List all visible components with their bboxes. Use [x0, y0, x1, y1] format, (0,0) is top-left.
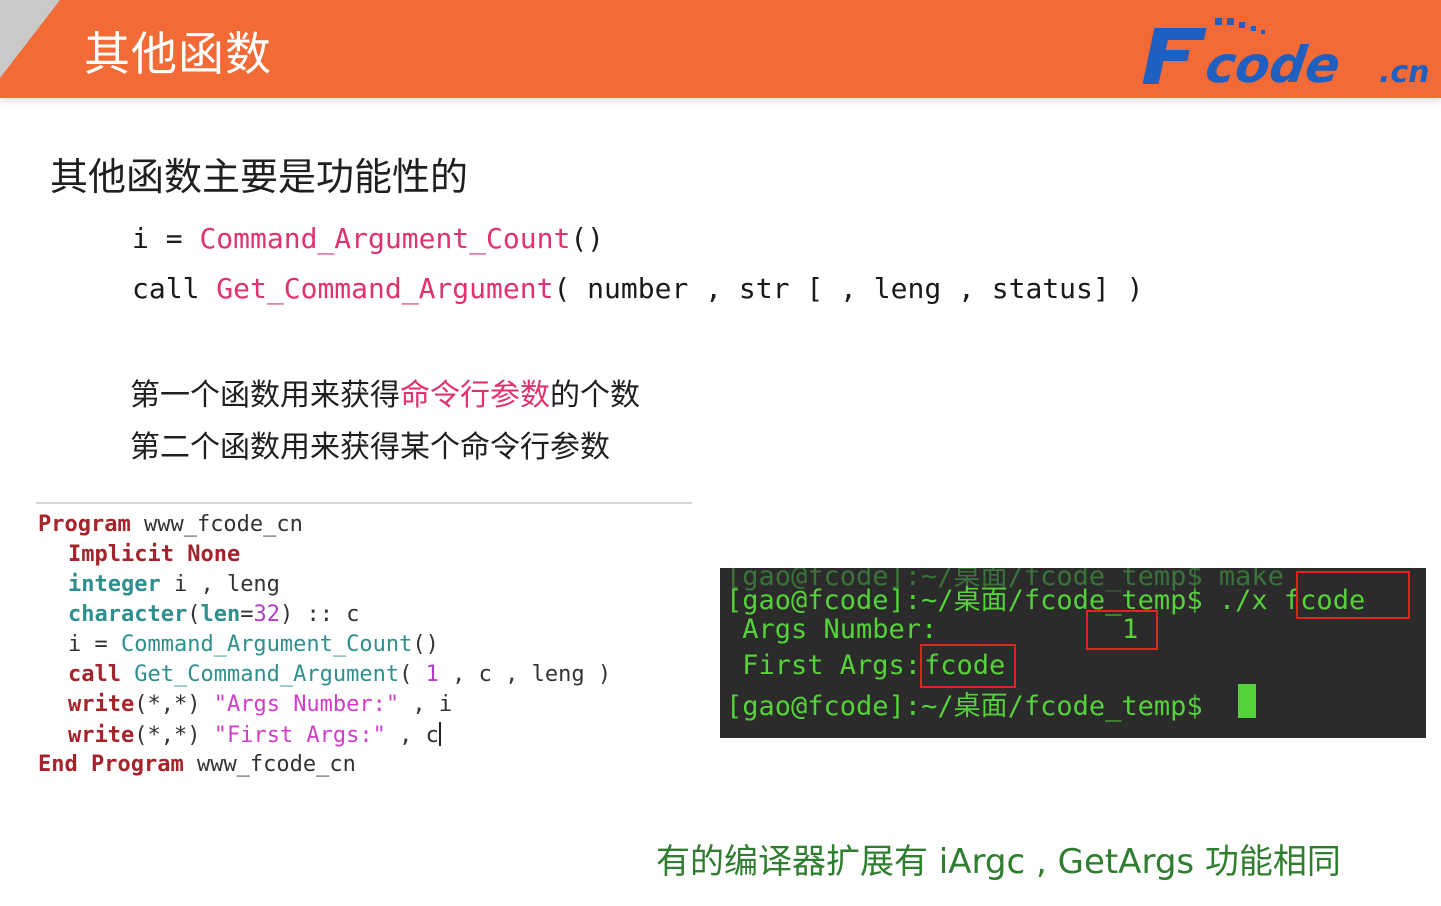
- code-text: www_fcode_cn: [130, 512, 303, 537]
- code-text: i =: [68, 632, 121, 657]
- code-text: (*,*): [134, 692, 214, 717]
- highlight-box-count: [1086, 610, 1158, 650]
- code-line: character(len=32) :: c: [68, 602, 359, 627]
- code-line: Implicit None: [68, 542, 240, 567]
- desc-highlight: 命令行参数: [400, 378, 550, 413]
- code-editor-snippet: Program www_fcode_cn Implicit None integ…: [36, 502, 692, 782]
- code-text: www_fcode_cn: [183, 752, 356, 777]
- syntax-line-get-argument: call Get_Command_Argument( number , str …: [132, 272, 1143, 305]
- description-line-1: 第一个函数用来获得命令行参数的个数: [130, 370, 640, 414]
- code-text: , i: [399, 692, 453, 717]
- terminal-window: [gao@fcode]:~/桌面/fcode_temp$ make [gao@f…: [720, 568, 1426, 738]
- syntax-suffix: ( number , str [ , leng , status] ): [553, 272, 1144, 305]
- string-literal: "Args Number:": [213, 692, 400, 717]
- syntax-prefix: i =: [132, 222, 200, 255]
- code-text: ) :: c: [279, 602, 360, 627]
- highlight-box-arg: [1296, 571, 1410, 619]
- svg-text:code: code: [1202, 35, 1344, 88]
- function-name: Command_Argument_Count: [199, 222, 571, 255]
- desc-text: 的个数: [550, 378, 640, 413]
- keyword: write: [68, 692, 135, 717]
- terminal-line-prompt: [gao@fcode]:~/桌面/fcode_temp$: [726, 684, 1219, 723]
- slide-header: 其他函数 code .cn: [0, 0, 1441, 98]
- code-text: =: [240, 602, 254, 627]
- terminal-line-command: [gao@fcode]:~/桌面/fcode_temp$ ./x fcode: [726, 578, 1365, 617]
- keyword: write: [68, 723, 135, 748]
- code-text: , c: [385, 723, 439, 748]
- code-line: call Get_Command_Argument( 1 , c , leng …: [68, 662, 611, 687]
- number-literal: 32: [253, 602, 280, 627]
- svg-text:.cn: .cn: [1379, 55, 1430, 88]
- code-text: (): [412, 632, 439, 657]
- keyword: End Program: [38, 752, 184, 777]
- code-line: End Program www_fcode_cn: [38, 752, 356, 777]
- footer-note: 有的编译器扩展有 iArgc , GetArgs 功能相同: [656, 842, 1341, 882]
- keyword: call: [68, 662, 121, 687]
- slide-title: 其他函数: [84, 27, 272, 81]
- code-line: write(*,*) "First Args:" , c: [68, 722, 441, 748]
- syntax-suffix: (): [570, 222, 605, 255]
- fcode-logo: code .cn: [1143, 18, 1430, 88]
- keyword: Implicit: [68, 542, 174, 567]
- section-heading: 其他函数主要是功能性的: [50, 155, 469, 199]
- code-text: , c , leng ): [438, 662, 612, 687]
- code-text: i , leng: [160, 572, 280, 597]
- terminal-label: Args Number:: [726, 614, 938, 645]
- keyword: None: [173, 542, 241, 567]
- code-text: (*,*): [134, 723, 214, 748]
- syntax-prefix: call: [132, 272, 217, 305]
- number-literal: 1: [425, 662, 439, 687]
- highlight-box-first-arg: [920, 644, 1016, 688]
- header-corner-decoration: [0, 0, 60, 78]
- function-name: Get_Command_Argument: [216, 272, 554, 305]
- code-line: write(*,*) "Args Number:" , i: [68, 692, 452, 717]
- desc-text: 第一个函数用来获得: [130, 378, 400, 413]
- code-line: Program www_fcode_cn: [38, 512, 303, 537]
- syntax-line-count: i = Command_Argument_Count(): [132, 222, 604, 255]
- terminal-cursor: [1238, 684, 1256, 718]
- code-text: (: [399, 662, 426, 687]
- terminal-line-first-args: First Args:: [726, 650, 921, 681]
- terminal-line-args-number: Args Number:: [726, 614, 937, 645]
- function-name: Get_Command_Argument: [134, 662, 400, 687]
- text-caret: [438, 722, 441, 746]
- keyword: Program: [38, 512, 131, 537]
- terminal-label: First Args:: [726, 650, 922, 681]
- description-line-2: 第二个函数用来获得某个命令行参数: [130, 430, 610, 465]
- type-keyword: integer: [68, 572, 161, 597]
- terminal-prompt: [gao@fcode]:~/桌面/fcode_temp$ ./x: [726, 585, 1284, 616]
- code-text: (: [187, 602, 201, 627]
- code-line: integer i , leng: [68, 572, 280, 597]
- type-keyword: character: [68, 602, 188, 627]
- type-keyword: len: [200, 602, 241, 627]
- string-literal: "First Args:": [213, 723, 386, 748]
- code-line: i = Command_Argument_Count(): [68, 632, 439, 657]
- terminal-prompt: [gao@fcode]:~/桌面/fcode_temp$: [726, 691, 1219, 722]
- function-name: Command_Argument_Count: [120, 632, 413, 657]
